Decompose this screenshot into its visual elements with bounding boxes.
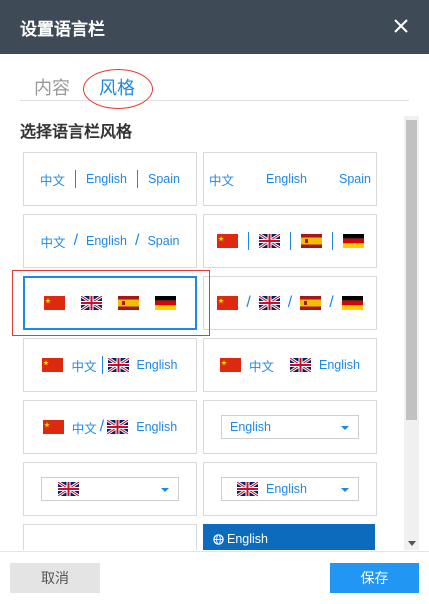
globe-icon [213,533,224,545]
divider [101,356,103,374]
close-icon[interactable] [391,16,411,36]
style-option-1[interactable]: 中文 English Spain [23,152,197,206]
option-label-zh: 中文 [40,235,66,250]
slash-divider: / [287,294,293,311]
china-flag-icon [217,296,239,310]
tab-bar: 内容 风格 [20,66,409,109]
option-label-en: English [136,358,178,372]
uk-flag-icon [290,358,311,372]
style-option-11[interactable] [23,462,197,516]
style-option-13[interactable]: 简 / 繁 / EN / FR / ES [23,524,197,550]
language-bar-dialog: 设置语言栏 内容 风格 选择语言栏风格 中文 English Spain 中文 … [0,0,429,604]
divider [247,232,249,250]
spain-flag-icon [300,296,322,310]
vertical-scrollbar[interactable] [404,116,419,550]
style-option-14[interactable]: English [203,524,377,550]
divider [289,232,291,250]
scrollbar-thumb[interactable] [406,120,417,420]
slash-divider: / [135,232,140,249]
germany-flag-icon [155,296,176,310]
option-label-zh: 中文 [71,421,97,436]
uk-flag-icon [107,420,129,434]
dialog-title: 设置语言栏 [20,19,105,40]
style-option-9[interactable]: 中文 / English [23,400,197,454]
dropdown-value: English [230,420,271,434]
slash-divider: / [73,232,79,249]
uk-flag-icon [81,296,102,310]
option-label-en: English [266,172,308,186]
dropdown-value: English [266,482,307,496]
chevron-down-icon [341,488,349,492]
option-label-en: English [86,172,128,186]
cancel-button[interactable]: 取消 [10,563,100,593]
dialog-titlebar: 设置语言栏 [0,0,429,54]
style-option-2[interactable]: 中文 English Spain [203,152,377,206]
germany-flag-icon [341,296,363,310]
style-option-6[interactable]: / / / [203,276,377,330]
style-options-list: 中文 English Spain 中文 English Spain 中文 / E… [20,148,420,550]
option-label-en: English [86,234,128,248]
option-label-zh: 中文 [40,173,66,188]
uk-flag-icon [258,296,280,310]
uk-flag-icon [237,482,258,496]
style-option-3[interactable]: 中文 / English / Spain [23,214,197,268]
language-dropdown[interactable]: English [221,415,359,439]
divider [331,232,333,250]
dialog-footer: 取消 保存 [0,551,429,604]
style-option-5[interactable] [23,276,197,330]
slash-divider: / [99,418,105,435]
save-button[interactable]: 保存 [330,563,419,593]
divider [75,170,77,188]
option-label-en: English [319,358,360,372]
dropdown-value: English [227,532,268,546]
tab-content[interactable]: 内容 [34,74,70,100]
option-label-zh: 中文 [71,359,97,374]
divider [137,170,139,188]
chevron-down-icon [161,488,169,492]
uk-flag-icon [107,358,129,372]
language-dropdown[interactable] [41,477,179,501]
germany-flag-icon [342,234,364,248]
china-flag-icon [44,296,65,310]
option-label-es: Spain [147,234,180,248]
style-option-8[interactable]: 中文 English [203,338,377,392]
scroll-down-arrow-icon[interactable] [408,541,416,546]
option-label-zh: 中文 [209,173,235,188]
china-flag-icon [42,420,64,434]
option-label-zh: 中文 [248,359,274,374]
slash-divider: / [246,294,251,311]
language-dropdown[interactable]: English [221,477,359,501]
open-language-dropdown[interactable]: English [203,524,375,550]
chevron-down-icon [341,426,349,430]
spain-flag-icon [300,234,322,248]
uk-flag-icon [58,482,79,496]
china-flag-icon [216,234,238,248]
option-label-es: Spain [339,172,371,186]
style-option-7[interactable]: 中文 English [23,338,197,392]
style-option-10[interactable]: English [203,400,377,454]
china-flag-icon [42,358,64,372]
style-option-4[interactable] [203,214,377,268]
section-title: 选择语言栏风格 [20,122,133,141]
china-flag-icon [219,358,241,372]
uk-flag-icon [258,234,280,248]
option-label-en: English [136,420,178,434]
option-label-es: Spain [148,172,180,186]
slash-divider: / [329,294,334,311]
spain-flag-icon [118,296,139,310]
short-code-labels: 简 / 繁 / EN / FR / ES [24,549,198,550]
style-option-12[interactable]: English [203,462,377,516]
tab-style[interactable]: 风格 [99,74,135,100]
